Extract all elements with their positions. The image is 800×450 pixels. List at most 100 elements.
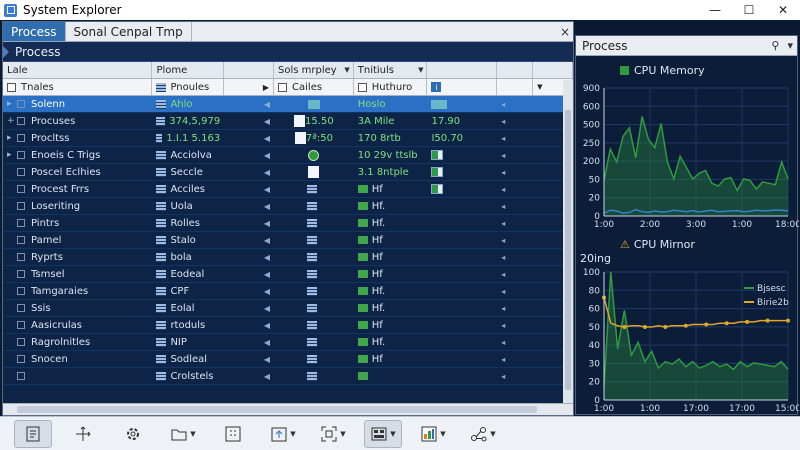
arrow-left-icon[interactable]: ◂ [501, 151, 505, 160]
arrow-left-icon[interactable]: ◀ [264, 338, 270, 347]
layout-button[interactable]: ▼ [364, 419, 402, 448]
table-row[interactable]: ▸ Procltss 1.I.1 5.163 ◀ 7ª:50 170 8rtb … [3, 130, 573, 147]
table-row[interactable]: Tamgaraies CPF ◀ Hf. ◂ [3, 283, 573, 300]
export-button[interactable]: ▼ [264, 420, 302, 448]
row-checkbox[interactable] [17, 270, 25, 278]
arrow-left-icon[interactable]: ◂ [501, 270, 505, 279]
vertical-scrollbar[interactable] [563, 80, 573, 403]
subheader-huthuro[interactable]: Huthuro [354, 79, 428, 95]
expand-icon[interactable]: ▸ [7, 99, 17, 109]
scrollbar-thumb[interactable] [565, 110, 571, 390]
tab-process[interactable]: Process [3, 22, 66, 41]
arrow-left-icon[interactable]: ◀ [264, 304, 270, 313]
table-row[interactable]: Snocen Sodleal ◀ Hf ◂ [3, 351, 573, 368]
horizontal-scrollbar[interactable] [3, 403, 573, 415]
row-checkbox[interactable] [17, 253, 25, 261]
col-header-sols[interactable]: Sols mrpley ▼ [274, 62, 354, 78]
table-row[interactable]: Loseriting Uola ◀ Hf. ◂ [3, 198, 573, 215]
arrow-left-icon[interactable]: ◂ [501, 202, 505, 211]
expand-icon[interactable]: ▸ [7, 133, 17, 143]
col-header-blank-2[interactable] [427, 62, 498, 78]
arrow-left-icon[interactable]: ◂ [501, 100, 505, 109]
col-header-blank[interactable] [224, 62, 275, 78]
tab-close-icon[interactable]: × [557, 22, 573, 41]
arrow-left-icon[interactable]: ◂ [501, 117, 505, 126]
scrollbar-thumb[interactable] [17, 406, 537, 413]
row-checkbox[interactable] [17, 219, 25, 227]
arrow-left-icon[interactable]: ◂ [501, 168, 505, 177]
subheader-arrow[interactable]: ▶ [224, 79, 275, 95]
arrow-left-icon[interactable]: ◂ [501, 372, 505, 381]
arrow-left-icon[interactable]: ◂ [501, 338, 505, 347]
chevron-down-icon[interactable]: ▼ [344, 66, 349, 74]
row-checkbox[interactable] [17, 202, 25, 210]
row-checkbox[interactable] [17, 338, 25, 346]
row-checkbox[interactable] [17, 372, 25, 380]
filter-checkbox[interactable] [278, 82, 288, 92]
table-row[interactable]: ▸ Enoeis C Trigs Acciolva ◀ 10 29v ttslb… [3, 147, 573, 164]
row-checkbox[interactable] [17, 287, 25, 295]
chevron-down-icon[interactable]: ▼ [390, 430, 395, 438]
arrow-left-icon[interactable]: ◀ [264, 270, 270, 279]
arrow-left-icon[interactable]: ◂ [501, 185, 505, 194]
filter-checkbox-2[interactable] [357, 82, 367, 92]
arrow-left-icon[interactable]: ◂ [501, 253, 505, 262]
col-header-name[interactable]: Lale [3, 62, 153, 78]
row-checkbox[interactable] [17, 117, 25, 125]
arrow-left-icon[interactable]: ◀ [264, 236, 270, 245]
table-row[interactable]: + Procuses 374,5,979 ◀ 15.50 3A Mile 17.… [3, 113, 573, 130]
table-row[interactable]: Poscel Eclhies Seccle ◀ 3.1 8ntple ◂ [3, 164, 573, 181]
col-header-blank-3[interactable] [497, 62, 534, 78]
maximize-button[interactable]: ☐ [732, 0, 766, 20]
chevron-down-icon[interactable]: ▼ [418, 66, 423, 74]
chevron-down-icon[interactable]: ▾ [787, 39, 793, 52]
subheader-blank[interactable] [497, 79, 534, 95]
arrow-left-icon[interactable]: ◀ [264, 287, 270, 296]
grid-button[interactable] [214, 420, 252, 448]
expand-icon[interactable]: + [7, 116, 17, 126]
expand-icon[interactable]: ▸ [7, 150, 17, 160]
move-button[interactable] [64, 420, 102, 448]
table-row[interactable]: Crolstels ◀ ◂ [3, 368, 573, 385]
row-checkbox[interactable] [17, 134, 25, 142]
row-checkbox[interactable] [17, 236, 25, 244]
arrow-left-icon[interactable]: ◀ [264, 219, 270, 228]
arrow-left-icon[interactable]: ◂ [501, 219, 505, 228]
capture-button[interactable]: ▼ [314, 420, 352, 448]
chevron-down-icon[interactable]: ▼ [537, 83, 542, 91]
table-row[interactable]: Ryprts bola ◀ Hf ◂ [3, 249, 573, 266]
subheader-name[interactable]: Tnales [3, 79, 153, 95]
table-row[interactable]: Tsmsel Eodeal ◀ Hf ◂ [3, 266, 573, 283]
arrow-left-icon[interactable]: ◀ [264, 151, 270, 160]
table-row[interactable]: Pintrs Rolles ◀ Hf. ◂ [3, 215, 573, 232]
subheader-info[interactable]: i [427, 79, 498, 95]
arrow-left-icon[interactable]: ◂ [501, 321, 505, 330]
table-row[interactable]: Pamel Stalo ◀ Hf ◂ [3, 232, 573, 249]
arrow-left-icon[interactable]: ◀ [264, 372, 270, 381]
row-checkbox[interactable] [17, 355, 25, 363]
col-header-tnitiuls[interactable]: Tnitiuls ▼ [354, 62, 428, 78]
close-button[interactable]: ✕ [766, 0, 800, 20]
table-row[interactable]: ▸ Solenn Ahlo ◀ Hoslo ◂ [3, 96, 573, 113]
col-header-blank-4[interactable] [533, 62, 573, 78]
arrow-left-icon[interactable]: ◀ [264, 168, 270, 177]
row-checkbox[interactable] [17, 185, 25, 193]
arrow-left-icon[interactable]: ◀ [264, 100, 270, 109]
arrow-left-icon[interactable]: ◀ [264, 134, 270, 143]
table-row[interactable]: Aasicrulas rtoduls ◀ Hf ◂ [3, 317, 573, 334]
col-header-plome[interactable]: Plome [152, 62, 225, 78]
arrow-left-icon[interactable]: ◀ [264, 321, 270, 330]
report-button[interactable] [14, 419, 52, 448]
arrow-left-icon[interactable]: ◂ [501, 304, 505, 313]
table-row[interactable]: Procest Frrs Acciles ◀ Hf ◂ [3, 181, 573, 198]
arrow-left-icon[interactable]: ◂ [501, 236, 505, 245]
arrow-left-icon[interactable]: ◂ [501, 287, 505, 296]
select-all-checkbox[interactable] [7, 82, 16, 92]
chevron-down-icon[interactable]: ▼ [340, 430, 345, 438]
row-checkbox[interactable] [17, 321, 25, 329]
subheader-cailes[interactable]: Cailes [274, 79, 354, 95]
arrow-left-icon[interactable]: ◀ [264, 202, 270, 211]
network-button[interactable]: ▼ [464, 420, 502, 448]
row-checkbox[interactable] [17, 100, 25, 108]
row-checkbox[interactable] [17, 151, 25, 159]
